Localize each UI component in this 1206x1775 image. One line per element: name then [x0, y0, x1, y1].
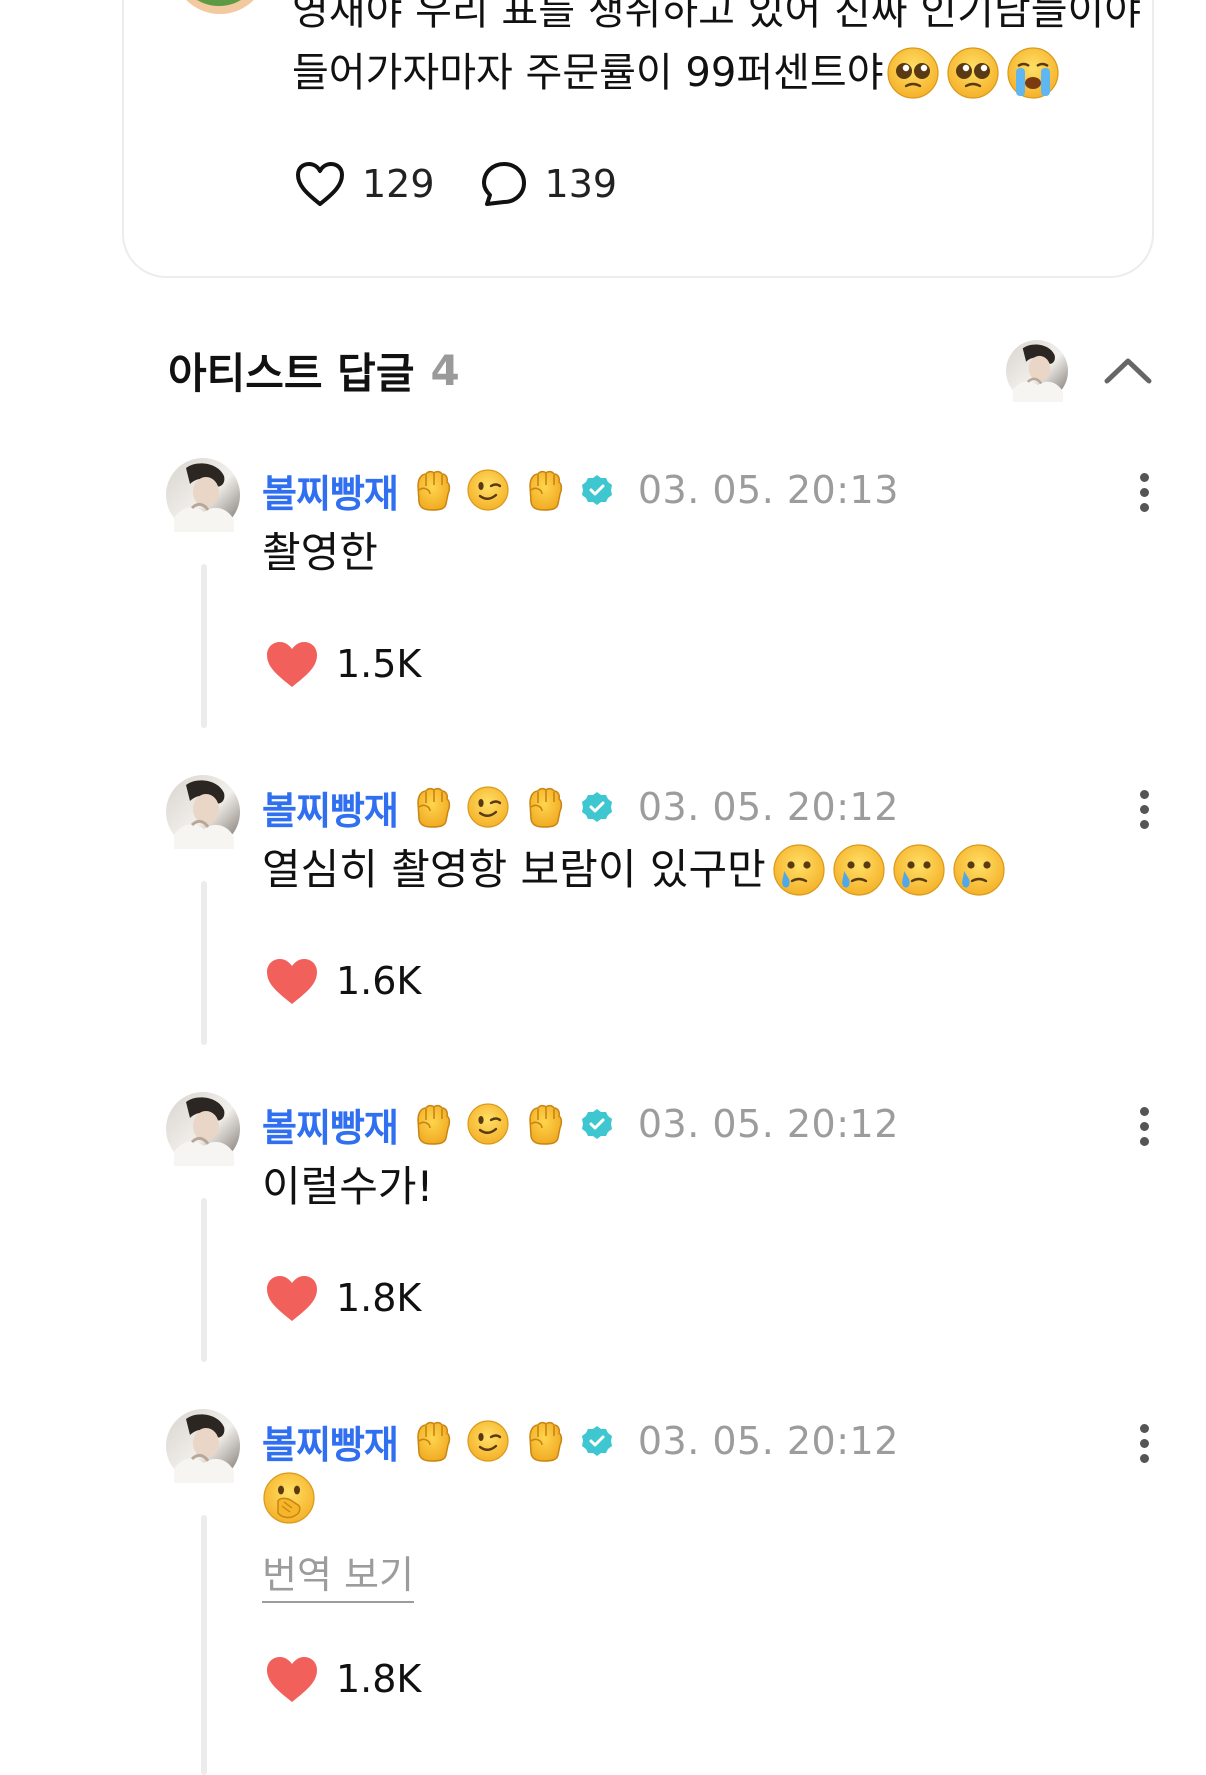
reply-timestamp: 03. 05. 20:13: [637, 468, 899, 512]
translate-link[interactable]: 번역 보기: [262, 1551, 414, 1603]
hand-over-mouth-face-icon: [262, 1471, 316, 1525]
winking-face-icon: [466, 468, 510, 512]
face-holding-back-tears-icon: [952, 843, 1006, 897]
reply-like-button[interactable]: 1.8K: [264, 1649, 421, 1709]
reply-author-avatar[interactable]: [166, 1409, 240, 1483]
thread-line: [201, 1198, 207, 1362]
raised-fist-icon: [522, 1102, 566, 1146]
post-body: 영재야 우리 표를 쟁취하고 있어 진짜 인기남들이야 들어가자마자 주문률이 …: [292, 0, 1192, 104]
collapse-button[interactable]: [1100, 346, 1156, 394]
reply-timestamp: 03. 05. 20:12: [637, 1102, 899, 1146]
reply-text: 이럴수가!: [262, 1154, 433, 1220]
heart-filled-icon: [267, 1276, 317, 1321]
more-options-button[interactable]: [1132, 779, 1156, 839]
face-holding-back-tears-icon: [772, 843, 826, 897]
post-text-line-2: 들어가자마자 주문률이 99퍼센트야: [292, 42, 1192, 104]
artist-replies-title: 아티스트 답글: [168, 348, 415, 398]
winking-face-icon: [466, 785, 510, 829]
like-button[interactable]: 129: [294, 160, 435, 208]
reply-like-count: 1.8K: [336, 1657, 422, 1701]
thread-line: [201, 1515, 207, 1775]
post-stats: 129 139: [294, 156, 617, 212]
like-count: 129: [362, 162, 435, 206]
artist-replies-header: 아티스트 답글 4: [168, 338, 460, 402]
raised-fist-icon: [410, 1419, 454, 1463]
heart-filled-icon: [267, 959, 317, 1004]
reply-header: 볼찌빵재 03. 05. 20:13: [262, 460, 899, 520]
reply-header: 볼찌빵재 03. 05. 20:12: [262, 777, 899, 837]
comment-count: 139: [544, 162, 618, 206]
reply-timestamp: 03. 05. 20:12: [637, 785, 899, 829]
comment-button[interactable]: 139: [479, 159, 618, 209]
reply-header: 볼찌빵재 03. 05. 20:12: [262, 1094, 899, 1154]
raised-fist-icon: [522, 468, 566, 512]
post-author-avatar[interactable]: [172, 0, 268, 14]
thread-line: [201, 881, 207, 1045]
more-options-button[interactable]: [1132, 1096, 1156, 1156]
raised-fist-icon: [410, 468, 454, 512]
reply-text: [262, 1471, 316, 1525]
more-options-button[interactable]: [1132, 1413, 1156, 1473]
winking-face-icon: [466, 1102, 510, 1146]
reply-author-avatar[interactable]: [166, 1092, 240, 1166]
verified-badge-icon: [581, 1109, 612, 1139]
reply-author-avatar[interactable]: [166, 775, 240, 849]
reply-text-content: 촬영한: [262, 528, 378, 577]
reply-author-name[interactable]: 볼찌빵재: [262, 463, 399, 518]
thread-line: [201, 564, 207, 728]
more-options-button[interactable]: [1132, 462, 1156, 522]
comment-bubble-icon: [481, 162, 526, 206]
reply-like-button[interactable]: 1.5K: [264, 634, 421, 694]
reply-author-avatar[interactable]: [166, 458, 240, 532]
heart-filled-icon: [267, 642, 317, 687]
reply-text-content: 열심히 촬영항 보람이 있구만: [262, 845, 766, 894]
reply-like-count: 1.6K: [336, 959, 422, 1003]
pleading-face-icon: [886, 46, 940, 100]
reply-timestamp: 03. 05. 20:12: [637, 1419, 899, 1463]
artist-avatar[interactable]: [1006, 340, 1068, 402]
reply-author-name[interactable]: 볼찌빵재: [262, 1414, 399, 1469]
pleading-face-icon: [946, 46, 1000, 100]
verified-badge-icon: [581, 792, 612, 822]
reply-text: 촬영한: [262, 520, 378, 586]
reply-text-content: 이럴수가!: [262, 1162, 434, 1211]
face-holding-back-tears-icon: [832, 843, 886, 897]
raised-fist-icon: [410, 1102, 454, 1146]
post-text-line-1: 영재야 우리 표를 쟁취하고 있어 진짜 인기남들이야: [292, 0, 1142, 34]
artist-replies-count: 4: [430, 345, 460, 395]
raised-fist-icon: [522, 785, 566, 829]
face-holding-back-tears-icon: [892, 843, 946, 897]
loudly-crying-face-icon: [1006, 46, 1060, 100]
reply-header: 볼찌빵재 03. 05. 20:12: [262, 1411, 899, 1471]
heart-outline-icon: [296, 162, 344, 206]
verified-badge-icon: [581, 475, 612, 505]
reply-text: 열심히 촬영항 보람이 있구만: [262, 837, 1006, 903]
reply-author-name[interactable]: 볼찌빵재: [262, 780, 399, 835]
post-card: 영재야 우리 표를 쟁취하고 있어 진짜 인기남들이야 들어가자마자 주문률이 …: [122, 0, 1154, 278]
post-text-line-2-text: 들어가자마자 주문률이 99퍼센트야: [292, 50, 884, 96]
reply-like-count: 1.5K: [336, 642, 422, 686]
reply-like-count: 1.8K: [336, 1276, 422, 1320]
winking-face-icon: [466, 1419, 510, 1463]
reply-like-button[interactable]: 1.6K: [264, 951, 421, 1011]
verified-badge-icon: [581, 1426, 612, 1456]
raised-fist-icon: [522, 1419, 566, 1463]
raised-fist-icon: [410, 785, 454, 829]
reply-like-button[interactable]: 1.8K: [264, 1268, 421, 1328]
reply-author-name[interactable]: 볼찌빵재: [262, 1097, 399, 1152]
chevron-up-icon: [1104, 358, 1152, 384]
heart-filled-icon: [267, 1657, 317, 1702]
